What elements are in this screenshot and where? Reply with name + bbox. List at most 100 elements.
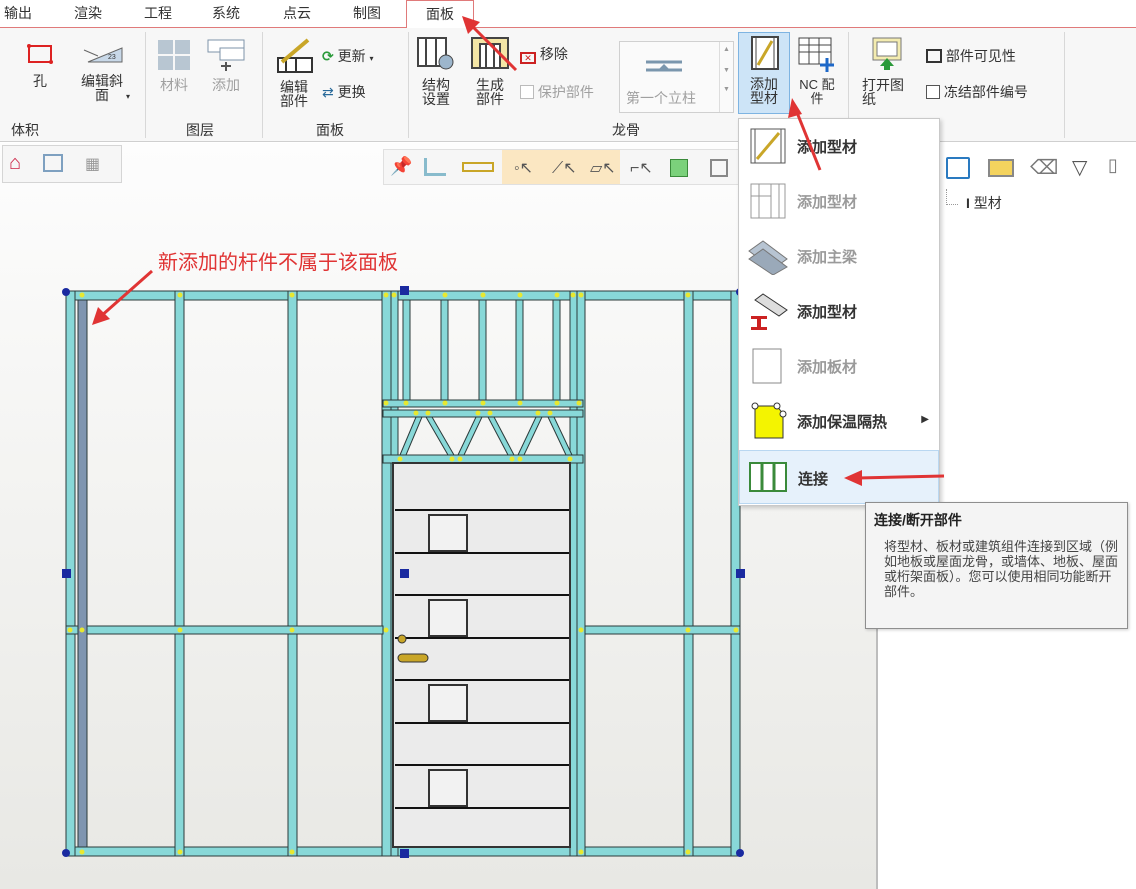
edit-slope-button[interactable]: 23 编辑斜 面 ▾	[72, 42, 132, 102]
header-chord[interactable]	[382, 409, 584, 418]
tab-project[interactable]: 工程	[144, 3, 172, 27]
profile-icon	[750, 128, 786, 164]
selection-handle[interactable]	[736, 849, 744, 857]
menu-item-add-insulation[interactable]: 添加保温隔热 ▶	[739, 394, 939, 448]
generate-part-button[interactable]: 生成 部件	[468, 36, 512, 106]
header-bottom-chord[interactable]	[382, 454, 584, 464]
menu-item-add-main-beam[interactable]: 添加主梁	[739, 229, 939, 283]
freeze-part-number-checkbox[interactable]: 冻结部件编号	[926, 82, 1028, 102]
replace-icon: ⇄	[322, 84, 334, 100]
add-layer-icon	[207, 39, 245, 71]
door-knob-icon[interactable]	[397, 634, 407, 644]
new-stud-highlighted[interactable]	[77, 299, 88, 848]
filter-icon[interactable]: ▽	[1072, 155, 1087, 180]
door[interactable]	[392, 462, 571, 848]
gallery-scroll[interactable]: ▲ ▼ ▼	[719, 42, 733, 112]
add-profile-button[interactable]: 添加 型材	[738, 32, 790, 114]
door-handle-icon[interactable]	[397, 653, 429, 663]
tree-item-label: 型材	[973, 195, 1002, 211]
group-label-framing: 龙骨	[612, 122, 640, 138]
scroll-up-icon[interactable]: ▲	[720, 46, 733, 53]
menu-item-add-profile-grid[interactable]: 添加型材	[739, 174, 939, 228]
checkbox-icon	[926, 85, 940, 99]
menu-item-add-profile-beam[interactable]: 添加型材	[739, 284, 939, 338]
open-drawing-button[interactable]: 打开图 纸	[858, 36, 916, 106]
group-label-volume: 体积	[11, 122, 39, 138]
first-column-gallery[interactable]: 第一个立柱 ▲ ▼ ▼	[619, 41, 734, 113]
cripple-stud[interactable]	[515, 299, 524, 401]
visibility-icon	[926, 49, 942, 63]
stud[interactable]	[381, 290, 392, 857]
truss-web[interactable]	[547, 416, 573, 456]
selection-handle[interactable]	[400, 286, 409, 295]
selection-handle[interactable]	[62, 569, 71, 578]
stud[interactable]	[287, 290, 298, 857]
connect-tooltip: 连接/断开部件 将型材、板材或建筑组件连接到区域（例如地板或屋面龙骨，或墙体、地…	[865, 502, 1128, 629]
tab-output[interactable]: 输出	[4, 3, 32, 27]
tab-panel[interactable]: 面板	[406, 0, 474, 29]
edit-part-button[interactable]: 编辑 部件	[272, 36, 316, 108]
insulation-icon	[751, 402, 787, 439]
remove-label: 移除	[539, 46, 568, 62]
tab-render[interactable]: 渲染	[74, 3, 102, 27]
tooltip-body: 将型材、板材或建筑组件连接到区域（例如地板或屋面龙骨，或墙体、地板、屋面或桁架面…	[884, 539, 1119, 599]
remove-button[interactable]: ✕ 移除	[520, 44, 568, 64]
cripple-stud[interactable]	[440, 299, 449, 401]
stud[interactable]	[683, 290, 694, 857]
truss-web[interactable]	[517, 416, 543, 456]
truss-web[interactable]	[487, 416, 515, 456]
expand-gallery-icon[interactable]: ▼	[720, 86, 733, 93]
selection-handle[interactable]	[400, 569, 409, 578]
tab-point-cloud[interactable]: 点云	[283, 3, 311, 27]
truss-web[interactable]	[399, 416, 423, 456]
scroll-down-icon[interactable]: ▼	[720, 67, 733, 74]
replace-button[interactable]: ⇄ 更换	[322, 82, 366, 102]
nc-parts-icon	[798, 37, 834, 72]
menu-item-add-profile[interactable]: 添加型材	[739, 119, 939, 173]
tab-system[interactable]: 系统	[212, 3, 240, 27]
mid-rail[interactable]	[584, 625, 741, 635]
selection-handle[interactable]	[62, 288, 70, 296]
stud[interactable]	[174, 290, 185, 857]
connect-icon	[749, 462, 787, 492]
stud[interactable]	[576, 290, 586, 857]
folder-icon[interactable]	[988, 159, 1014, 177]
tree-item-profile[interactable]: I 型材	[966, 193, 1002, 213]
hole-button[interactable]: 孔	[18, 42, 62, 88]
edit-part-label: 编辑 部件	[280, 79, 308, 109]
selection-handle[interactable]	[736, 569, 745, 578]
truss-web[interactable]	[457, 416, 483, 456]
selection-handle[interactable]	[62, 849, 70, 857]
group-separator	[1064, 32, 1065, 138]
delete-icon[interactable]: ⌫	[1030, 155, 1058, 180]
more-icon[interactable]: ▯	[1108, 155, 1118, 176]
truss-web[interactable]	[425, 416, 455, 456]
hole-label: 孔	[33, 73, 47, 89]
protect-part-label: 保护部件	[537, 84, 594, 100]
menu-item-connect[interactable]: 连接	[739, 450, 939, 504]
struct-settings-label: 结构 设置	[422, 77, 450, 107]
mid-rail[interactable]	[65, 625, 384, 635]
material-button[interactable]: 材料	[152, 38, 196, 92]
layer-icon[interactable]	[946, 157, 970, 179]
refresh-icon: ⟳	[322, 48, 334, 64]
structure-settings-icon	[417, 37, 454, 70]
edit-slope-label: 编辑斜 面	[81, 73, 123, 103]
selection-handle[interactable]	[400, 849, 409, 858]
chevron-down-icon: ▾	[125, 92, 130, 101]
replace-label: 更换	[337, 84, 366, 100]
add-layer-button[interactable]: 添加	[204, 38, 248, 92]
cripple-stud[interactable]	[402, 299, 411, 401]
protect-part-checkbox[interactable]: 保护部件	[520, 82, 594, 102]
main-beam-icon	[748, 240, 788, 275]
add-profile-dropdown: 添加型材 添加型材 添加主梁 添加型材 添加板材 添加保温隔热 ▶ 连接	[738, 118, 940, 506]
cripple-stud[interactable]	[552, 299, 561, 401]
tab-drawing[interactable]: 制图	[353, 3, 381, 27]
struct-settings-button[interactable]: 结构 设置	[414, 36, 458, 106]
nc-parts-button[interactable]: NC 配 件	[794, 36, 840, 106]
update-button[interactable]: ⟳ 更新 ▾	[322, 46, 374, 66]
part-visibility-button[interactable]: 部件可见性	[926, 46, 1016, 66]
stud[interactable]	[569, 290, 578, 857]
cripple-stud[interactable]	[478, 299, 487, 401]
menu-item-add-board[interactable]: 添加板材	[739, 339, 939, 393]
